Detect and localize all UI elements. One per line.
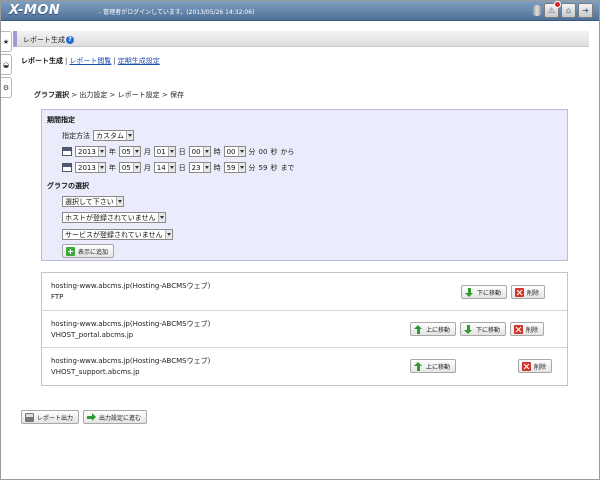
- header-icons: ⚠ ⌂ ➜: [532, 1, 593, 18]
- sub-navigation: レポート生成 | レポート閲覧 | 定期生成設定: [21, 57, 160, 65]
- graph-service: VHOST_portal.abcms.jp: [51, 331, 134, 339]
- top-header: X-MON - 管理者がログインしています。(2013/05/26 14:32:…: [1, 1, 599, 21]
- graph-select-row-1: 選択して下さい: [62, 196, 124, 207]
- graph-actions: 上に移動: [410, 359, 457, 373]
- method-select[interactable]: カスタム: [93, 130, 134, 141]
- next-step-button[interactable]: 出力設定に進む: [83, 410, 148, 424]
- end-day-select[interactable]: 14: [153, 162, 176, 173]
- footer-actions: レポート出力 出力設定に進む: [21, 410, 148, 424]
- app-window: X-MON - 管理者がログインしています。(2013/05/26 14:32:…: [0, 0, 600, 480]
- logout-icon[interactable]: ➜: [578, 3, 593, 18]
- move-down-button[interactable]: 下に移動: [460, 322, 507, 336]
- graph-type-select[interactable]: 選択して下さい: [62, 196, 124, 207]
- add-to-display-button[interactable]: 表示に追加: [62, 244, 115, 258]
- delete-icon: [522, 361, 531, 371]
- graph-host: hosting-www.abcms.jp(Hosting-ABCMSウェブ): [51, 320, 211, 328]
- end-hour-select[interactable]: 23: [188, 162, 211, 173]
- login-status: - 管理者がログインしています。(2013/05/26 14:32:06): [99, 9, 255, 16]
- delete-button[interactable]: 削除: [511, 285, 546, 299]
- calendar-icon[interactable]: [62, 147, 72, 156]
- selected-graph-list: hosting-www.abcms.jp(Hosting-ABCMSウェブ) F…: [41, 272, 568, 386]
- end-year-select[interactable]: 2013: [75, 162, 106, 173]
- graph-item: hosting-www.abcms.jp(Hosting-ABCMSウェブ) F…: [42, 273, 567, 311]
- page-title: レポート生成?: [23, 35, 74, 45]
- start-year-select[interactable]: 2013: [75, 146, 106, 157]
- graph-actions-delete: 削除: [518, 359, 553, 373]
- add-row: 表示に追加: [62, 244, 115, 258]
- service-select[interactable]: サービスが登録されていません: [62, 229, 173, 240]
- page-title-bar: レポート生成?: [13, 31, 589, 47]
- move-up-button[interactable]: 上に移動: [410, 322, 457, 336]
- graph-host: hosting-www.abcms.jp(Hosting-ABCMSウェブ): [51, 282, 211, 290]
- graph-item: hosting-www.abcms.jp(Hosting-ABCMSウェブ) V…: [42, 348, 567, 385]
- end-month-select[interactable]: 05: [118, 162, 141, 173]
- arrow-right-icon: [87, 412, 97, 422]
- graph-service: FTP: [51, 293, 64, 301]
- delete-button[interactable]: 削除: [518, 359, 553, 373]
- graph-select-row-3: サービスが登録されていません: [62, 229, 173, 240]
- settings-tab-icon[interactable]: ⚙: [1, 77, 12, 98]
- start-row: 2013 年 05 月 01 日 00 時 00 分 00 秒 から: [62, 146, 294, 157]
- help-icon[interactable]: ?: [66, 36, 74, 44]
- printer-icon: [25, 412, 34, 422]
- arrow-up-icon: [414, 324, 423, 334]
- method-row: 指定方法 カスタム: [62, 130, 134, 141]
- period-title: 期間指定: [47, 116, 75, 124]
- wizard-steps: グラフ選択 > 出力設定 > レポート設定 > 保存: [34, 90, 184, 100]
- start-hour-select[interactable]: 00: [188, 146, 211, 157]
- arrow-down-icon: [465, 287, 474, 297]
- side-tabs: ★ ◒ ⚙: [1, 31, 12, 100]
- graph-host: hosting-www.abcms.jp(Hosting-ABCMSウェブ): [51, 357, 211, 365]
- report-output-button[interactable]: レポート出力: [21, 410, 80, 424]
- delete-button[interactable]: 削除: [510, 322, 545, 336]
- graph-select-title: グラフの選択: [47, 182, 89, 190]
- subnav-link-scheduled[interactable]: 定期生成設定: [118, 57, 160, 65]
- start-month-select[interactable]: 05: [118, 146, 141, 157]
- delete-icon: [514, 324, 524, 334]
- move-down-button[interactable]: 下に移動: [461, 285, 508, 299]
- method-label: 指定方法: [62, 131, 90, 140]
- arrow-down-icon: [464, 324, 473, 334]
- end-second: 59: [258, 163, 268, 172]
- arrow-up-icon: [414, 361, 423, 371]
- graph-actions: 上に移動 下に移動 削除: [410, 322, 545, 336]
- home-icon[interactable]: ⌂: [561, 3, 576, 18]
- graph-service: VHOST_support.abcms.jp: [51, 368, 140, 376]
- start-day-select[interactable]: 01: [153, 146, 176, 157]
- database-icon[interactable]: [532, 3, 542, 18]
- subnav-current: レポート生成: [21, 57, 63, 65]
- calendar-icon[interactable]: [62, 163, 72, 172]
- favorite-tab-icon[interactable]: ★: [1, 31, 12, 52]
- host-select[interactable]: ホストが登録されていません: [62, 212, 166, 223]
- alert-icon[interactable]: ⚠: [544, 1, 561, 18]
- graph-select-row-2: ホストが登録されていません: [62, 212, 166, 223]
- start-second: 00: [258, 147, 268, 156]
- settings-panel: 期間指定 指定方法 カスタム 2013 年 05 月 01 日 00 時 00 …: [41, 109, 568, 261]
- step-rest: > 出力設定 > レポート設定 > 保存: [69, 91, 184, 99]
- end-row: 2013 年 05 月 14 日 23 時 59 分 59 秒 まで: [62, 162, 294, 173]
- delete-icon: [515, 287, 525, 297]
- view-tab-icon[interactable]: ◒: [1, 54, 12, 75]
- step-current: グラフ選択: [34, 91, 69, 99]
- subnav-link-report-view[interactable]: レポート閲覧: [69, 57, 111, 65]
- end-minute-select[interactable]: 59: [223, 162, 246, 173]
- app-logo[interactable]: X-MON: [9, 3, 60, 18]
- start-minute-select[interactable]: 00: [223, 146, 246, 157]
- graph-actions: 下に移動 削除: [461, 285, 546, 299]
- graph-item: hosting-www.abcms.jp(Hosting-ABCMSウェブ) V…: [42, 311, 567, 348]
- plus-icon: [66, 246, 75, 256]
- move-up-button[interactable]: 上に移動: [410, 359, 457, 373]
